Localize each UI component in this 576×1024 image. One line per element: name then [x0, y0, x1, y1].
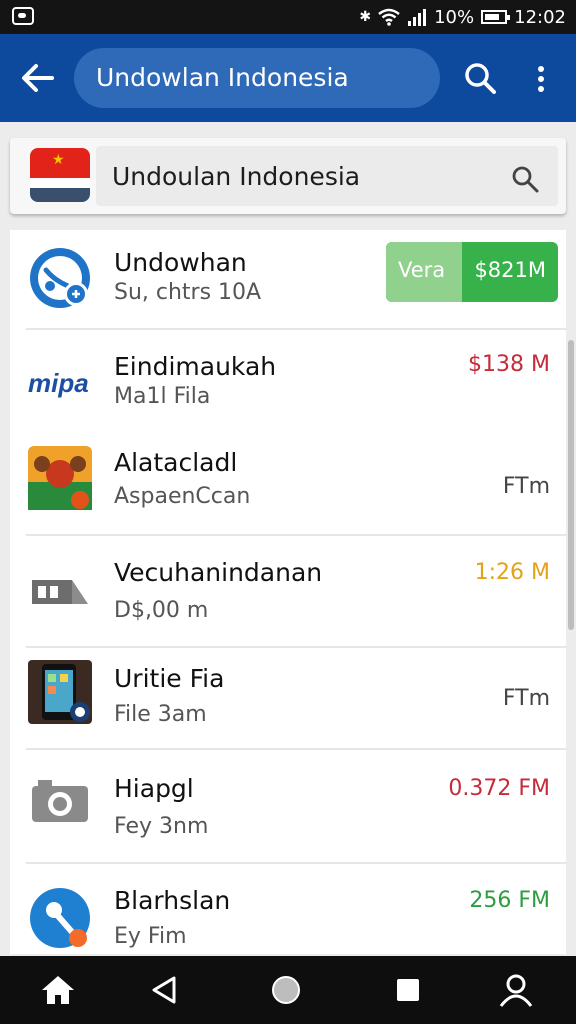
- back-arrow-icon[interactable]: [18, 60, 58, 96]
- item-subtitle: File 3am: [114, 702, 207, 727]
- item-subtitle: Su, chtrs 10A: [114, 280, 262, 305]
- key-app-icon: [30, 888, 90, 948]
- item-subtitle: AspaenCcan: [114, 484, 251, 509]
- home-icon[interactable]: [38, 970, 78, 1010]
- clock: 12:02: [514, 6, 566, 28]
- signal-icon: [408, 9, 427, 26]
- results-list: Undowhan Su, chtrs 10A Vera $821M mipa E…: [10, 230, 566, 954]
- mipa-logo-icon: mipa: [28, 368, 89, 398]
- item-size: FTm: [502, 474, 550, 499]
- navigation-bar: [0, 956, 576, 1024]
- wifi-icon: [378, 8, 400, 26]
- item-title: Undowhan: [114, 248, 247, 277]
- search-icon[interactable]: [510, 164, 540, 194]
- item-size: 1:26 M: [474, 560, 550, 585]
- scrollbar[interactable]: [568, 340, 574, 630]
- search-input[interactable]: Undoulan Indonesia: [96, 146, 558, 206]
- item-title: Hiapgl: [114, 774, 194, 803]
- download-button-size-label: $821M: [474, 258, 546, 282]
- photo-camera-icon: [32, 780, 88, 822]
- list-item[interactable]: Vecuhanindanan D$,00 m 1:26 M: [10, 536, 566, 648]
- list-item[interactable]: Blarhslan Ey Fim 256 FM: [10, 864, 566, 954]
- app-bar-title: Undowlan Indonesia: [96, 63, 349, 92]
- flag-icon: ★: [30, 148, 90, 202]
- download-button[interactable]: Vera $821M: [386, 242, 558, 302]
- item-title: Blarhslan: [114, 886, 231, 915]
- list-item[interactable]: Uritie Fia File 3am FTm: [10, 648, 566, 750]
- bluetooth-icon: ✱: [359, 9, 372, 25]
- back-icon[interactable]: [144, 970, 184, 1010]
- list-item[interactable]: Alatacladl AspaenCcan FTm: [10, 434, 566, 536]
- item-title: Vecuhanindanan: [114, 558, 323, 587]
- app-bar-title-pill[interactable]: Undowlan Indonesia: [74, 48, 440, 108]
- more-vert-icon[interactable]: [524, 58, 558, 98]
- battery-percent: 10%: [434, 6, 475, 28]
- profile-icon[interactable]: [496, 970, 536, 1010]
- game-app-icon: [28, 446, 92, 510]
- item-size: 0.372 FM: [448, 776, 550, 801]
- phone-app-icon: [28, 660, 92, 724]
- status-indicators: ✱ 10% 12:02: [359, 5, 566, 29]
- item-size: 256 FM: [469, 888, 550, 913]
- item-title: Uritie Fia: [114, 664, 225, 693]
- item-title: Alatacladl: [114, 448, 238, 477]
- item-size: FTm: [502, 686, 550, 711]
- search-icon[interactable]: [460, 58, 500, 98]
- item-size: $138 M: [468, 352, 550, 377]
- item-subtitle: Ey Fim: [114, 924, 187, 949]
- search-query: Undoulan Indonesia: [112, 162, 361, 191]
- list-item[interactable]: Hiapgl Fey 3nm 0.372 FM: [10, 750, 566, 864]
- item-subtitle: Ma1l Fila: [114, 384, 211, 409]
- download-button-left-label: Vera: [398, 258, 446, 282]
- recents-icon[interactable]: [388, 970, 428, 1010]
- home-circle-icon[interactable]: [266, 970, 306, 1010]
- satellite-app-icon: [30, 248, 90, 308]
- item-title: Eindimaukah: [114, 352, 277, 381]
- notification-icon: [12, 7, 34, 25]
- search-card: ★ Undoulan Indonesia: [10, 138, 566, 214]
- list-item[interactable]: Undowhan Su, chtrs 10A Vera $821M: [10, 230, 566, 330]
- item-subtitle: D$,00 m: [114, 598, 209, 623]
- list-item[interactable]: mipa Eindimaukah Ma1l Fila $138 M: [10, 330, 566, 434]
- status-bar: ✱ 10% 12:02: [0, 0, 576, 34]
- app-bar: Undowlan Indonesia: [0, 34, 576, 122]
- battery-icon: [481, 10, 511, 24]
- camera-app-icon: [32, 580, 88, 604]
- item-subtitle: Fey 3nm: [114, 814, 209, 839]
